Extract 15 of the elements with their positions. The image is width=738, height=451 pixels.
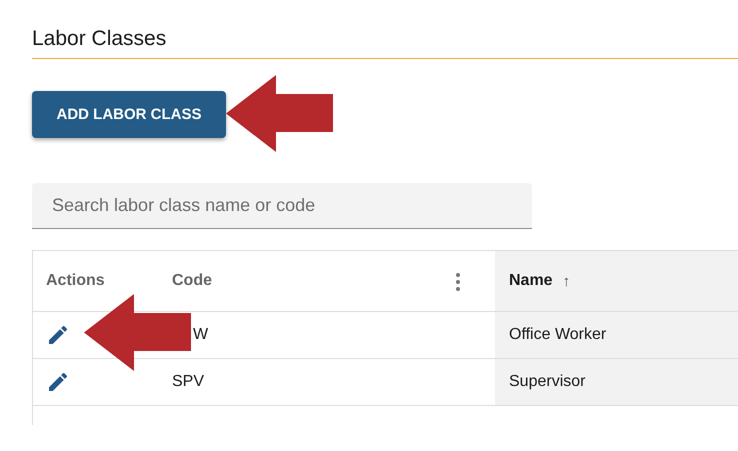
column-header[interactable]: Name ↑ bbox=[495, 251, 738, 311]
column-header-label[interactable]: Name bbox=[509, 272, 553, 290]
section-title: Labor Classes bbox=[32, 26, 166, 52]
column-header-label[interactable]: Code bbox=[172, 272, 212, 290]
edit-icon[interactable] bbox=[46, 323, 70, 347]
table-cell: W bbox=[193, 326, 208, 344]
column-header-label[interactable]: Actions bbox=[46, 272, 105, 290]
sort-icon[interactable]: ↑ bbox=[562, 272, 570, 290]
more-icon[interactable] bbox=[454, 273, 462, 291]
table-cell: Supervisor bbox=[509, 373, 586, 391]
table-cell: Office Worker bbox=[509, 326, 606, 344]
add-button[interactable]: ADD LABOR CLASS bbox=[32, 91, 226, 138]
edit-icon[interactable] bbox=[46, 370, 70, 394]
search-field[interactable]: Search labor class name or code bbox=[32, 183, 532, 229]
table-cell: SPV bbox=[172, 373, 204, 391]
